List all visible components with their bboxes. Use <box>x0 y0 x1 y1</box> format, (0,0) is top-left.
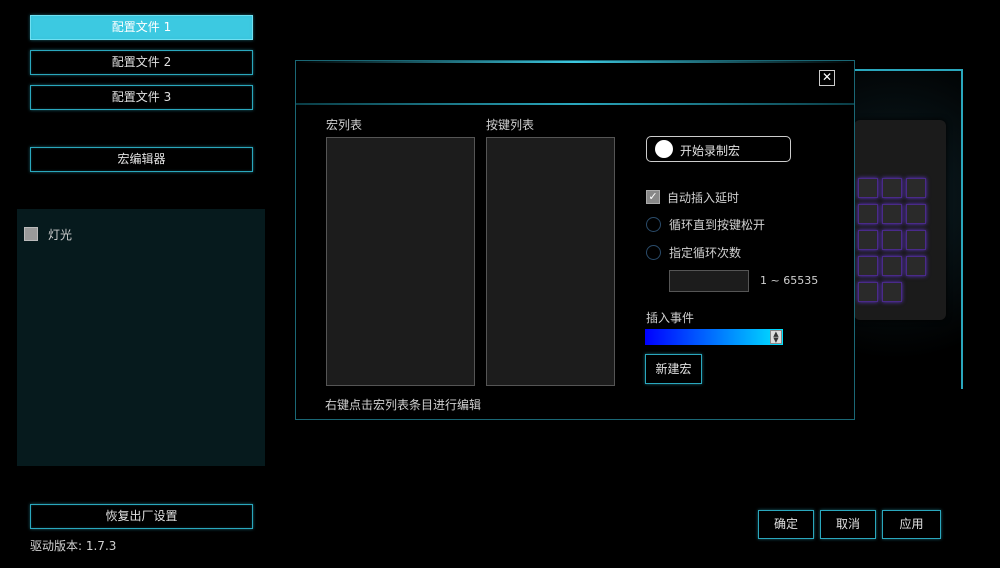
light-panel: 灯光 <box>17 209 265 466</box>
macro-editor-dialog: ✕ 宏列表 按键列表 右键点击宏列表条目进行编辑 开始录制宏 ✓ 自动插入延时 … <box>295 60 855 420</box>
keypad-key <box>882 282 902 302</box>
keypad-key <box>882 256 902 276</box>
apply-button[interactable]: 应用 <box>882 510 941 539</box>
keypad-key <box>858 178 878 198</box>
keypad-key <box>906 178 926 198</box>
profile-2-button[interactable]: 配置文件 2 <box>30 50 253 75</box>
keypad-key <box>858 204 878 224</box>
keypad-key <box>906 230 926 250</box>
key-list-label: 按键列表 <box>486 118 535 132</box>
cancel-button[interactable]: 取消 <box>820 510 876 539</box>
driver-version: 驱动版本: 1.7.3 <box>30 539 117 553</box>
loop-count-input[interactable] <box>669 270 749 292</box>
keypad-key <box>882 204 902 224</box>
keyboard-image <box>854 120 946 320</box>
loop-count-range: 1 ~ 65535 <box>760 274 819 287</box>
loop-count-label: 指定循环次数 <box>669 246 742 260</box>
keypad-key <box>858 282 878 302</box>
keypad-key <box>882 230 902 250</box>
loop-until-release-label: 循环直到按键松开 <box>669 218 766 232</box>
restore-defaults-button[interactable]: 恢复出厂设置 <box>30 504 253 529</box>
loop-until-release-radio[interactable] <box>646 217 661 232</box>
ok-button[interactable]: 确定 <box>758 510 814 539</box>
new-macro-button[interactable]: 新建宏 <box>645 354 702 384</box>
insert-event-label: 插入事件 <box>646 311 695 325</box>
keypad-key <box>906 204 926 224</box>
dialog-header-divider <box>296 103 854 105</box>
macro-list-label: 宏列表 <box>326 118 363 132</box>
loop-count-radio[interactable] <box>646 245 661 260</box>
keypad-key <box>906 256 926 276</box>
auto-delay-label: 自动插入延时 <box>667 191 740 205</box>
keypad-key <box>858 256 878 276</box>
macro-list-hint: 右键点击宏列表条目进行编辑 <box>325 398 482 412</box>
light-label: 灯光 <box>48 228 73 242</box>
macro-editor-button[interactable]: 宏编辑器 <box>30 147 253 172</box>
close-icon[interactable]: ✕ <box>819 70 835 86</box>
dialog-top-glow <box>296 61 854 63</box>
macro-list[interactable] <box>326 137 475 386</box>
profile-3-button[interactable]: 配置文件 3 <box>30 85 253 110</box>
insert-event-select[interactable]: ▲ ▼ <box>645 329 783 345</box>
key-list[interactable] <box>486 137 615 386</box>
start-recording-button[interactable]: 开始录制宏 <box>646 136 791 162</box>
light-checkbox[interactable] <box>24 227 38 241</box>
keypad-key <box>858 230 878 250</box>
spin-arrows-icon: ▲ ▼ <box>770 330 782 344</box>
keypad-key <box>882 178 902 198</box>
record-icon <box>655 140 673 158</box>
start-recording-label: 开始录制宏 <box>680 144 741 158</box>
profile-1-button[interactable]: 配置文件 1 <box>30 15 253 40</box>
auto-delay-checkbox[interactable]: ✓ <box>646 190 660 204</box>
